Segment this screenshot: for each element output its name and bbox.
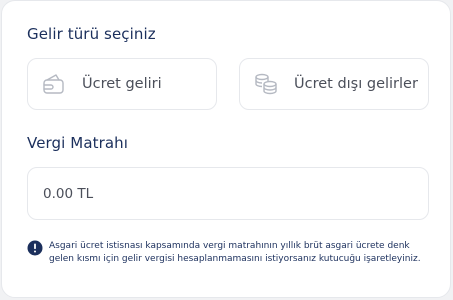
option-non-wage-income-label: Ücret dışı gelirler — [294, 76, 418, 92]
tax-base-title: Vergi Matrahı — [27, 134, 129, 152]
wallet-icon — [40, 70, 68, 98]
income-type-title: Gelir türü seçiniz — [27, 25, 156, 43]
coins-icon — [252, 70, 280, 98]
info-note: Asgari ücret istisnası kapsamında vergi … — [27, 240, 427, 266]
tax-base-field[interactable] — [27, 167, 429, 220]
tax-base-input[interactable] — [41, 184, 415, 203]
option-non-wage-income[interactable]: Ücret dışı gelirler — [239, 58, 429, 110]
info-text: Asgari ücret istisnası kapsamında vergi … — [49, 241, 421, 264]
option-wage-income[interactable]: Ücret geliri — [27, 58, 217, 110]
income-tax-card: Gelir türü seçiniz Ücret geliri Ücret dı… — [1, 0, 451, 298]
alert-icon — [27, 240, 43, 256]
option-wage-income-label: Ücret geliri — [82, 76, 162, 92]
